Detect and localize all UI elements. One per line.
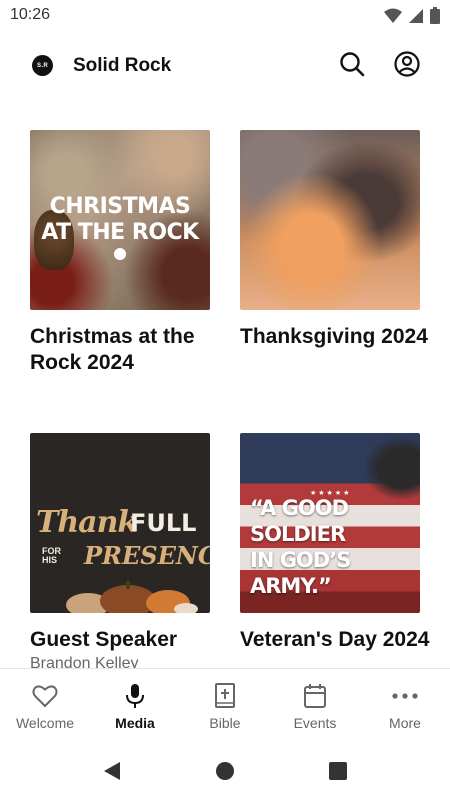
more-icon — [392, 683, 418, 709]
nav-label: Media — [115, 715, 155, 731]
home-circle-icon — [216, 762, 234, 780]
media-title: Guest Speaker — [30, 628, 178, 651]
logo-mark — [114, 248, 126, 260]
profile-button[interactable] — [392, 50, 422, 82]
signal-icon — [408, 8, 424, 29]
thumb-text-line: IN GOD’S ARMY.” — [250, 548, 351, 598]
thumb-text-line: “A GOOD SOLDIER — [250, 496, 349, 546]
media-title: Thanksgiving 2024 — [240, 325, 428, 348]
nav-media[interactable]: Media — [90, 669, 180, 741]
nav-label: More — [389, 715, 421, 731]
nav-label: Bible — [209, 715, 241, 731]
back-button[interactable] — [101, 760, 123, 782]
thumb-text-his: HIS — [42, 555, 58, 565]
wifi-icon — [384, 8, 402, 29]
nav-welcome[interactable]: Welcome — [0, 669, 90, 741]
nav-more[interactable]: More — [360, 669, 450, 741]
church-logo: S.R — [32, 55, 53, 76]
media-card-veterans-day[interactable]: ★★★★★ “A GOOD SOLDIER IN GOD’S ARMY.” Ve… — [240, 433, 429, 653]
calendar-icon — [302, 683, 328, 709]
nav-label: Welcome — [15, 715, 75, 731]
status-bar: 10:26 — [0, 0, 450, 32]
thumb-text-line: AT THE ROCK — [41, 220, 199, 245]
thumb-text-thank: Thank — [36, 505, 138, 540]
nav-label: Events — [293, 715, 337, 731]
thumb-text-line: CHRISTMAS — [49, 194, 191, 219]
media-thumbnail: Thank FULL FOR HIS PRESENCE — [30, 433, 210, 613]
media-title: Christmas at the Rock 2024 — [30, 325, 195, 374]
media-grid: CHRISTMAS AT THE ROCK Christmas at the R… — [0, 130, 450, 668]
microphone-icon — [122, 683, 148, 709]
recents-square-icon — [329, 762, 347, 780]
thumb-text-full: FULL — [130, 509, 197, 537]
media-card-guest-speaker[interactable]: Thank FULL FOR HIS PRESENCE Guest Speake… — [30, 433, 210, 668]
heart-icon — [32, 683, 58, 709]
app-header: S.R Solid Rock — [0, 40, 450, 92]
pumpkins-illustration — [66, 581, 198, 613]
home-button[interactable] — [214, 760, 236, 782]
search-icon — [339, 51, 365, 82]
status-time: 10:26 — [10, 6, 51, 23]
media-card-thanksgiving[interactable]: Thanksgiving 2024 — [240, 130, 428, 350]
media-card-christmas[interactable]: CHRISTMAS AT THE ROCK Christmas at the R… — [30, 130, 210, 376]
nav-bible[interactable]: Bible — [180, 669, 270, 741]
status-icons — [384, 7, 440, 29]
media-title: Veteran's Day 2024 — [240, 628, 430, 651]
thumb-text-for-his: FOR HIS — [42, 547, 61, 565]
media-thumbnail: ★★★★★ “A GOOD SOLDIER IN GOD’S ARMY.” — [240, 433, 420, 613]
thumb-quote: “A GOOD SOLDIER IN GOD’S ARMY.” — [250, 495, 420, 599]
media-subtitle: Brandon Kelley — [30, 655, 139, 668]
system-navigation — [0, 740, 450, 800]
account-icon — [394, 50, 420, 82]
thumb-text-presence: PRESENCE — [84, 541, 210, 570]
recents-button[interactable] — [327, 760, 349, 782]
app-title: Solid Rock — [73, 55, 172, 76]
media-thumbnail — [240, 130, 420, 310]
soldier-silhouette — [360, 433, 420, 503]
battery-icon — [430, 7, 440, 29]
media-thumbnail: CHRISTMAS AT THE ROCK — [30, 130, 210, 310]
back-triangle-icon — [104, 762, 120, 780]
search-button[interactable] — [337, 51, 367, 81]
bottom-navigation: Welcome Media Bible Events More — [0, 668, 450, 740]
bible-icon — [212, 683, 238, 709]
nav-events[interactable]: Events — [270, 669, 360, 741]
